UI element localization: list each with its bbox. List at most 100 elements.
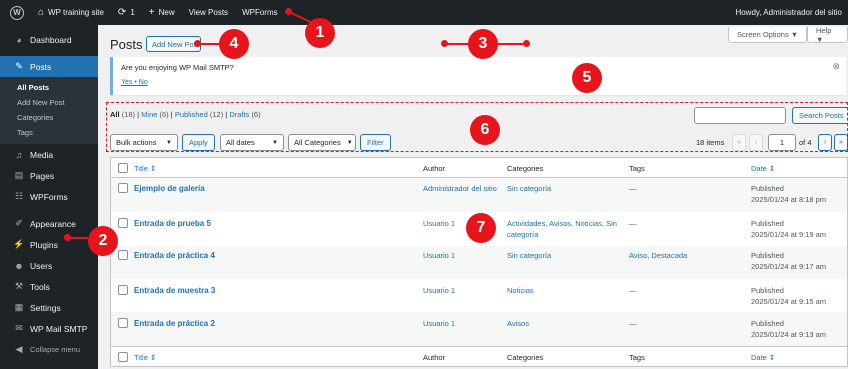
table-row: Entrada de práctica 2 Usuario 1 Avisos —… <box>111 312 847 346</box>
post-author-link[interactable]: Usuario 1 <box>423 318 455 329</box>
post-status: Published <box>751 184 784 193</box>
menu-posts[interactable]: ✎ Posts <box>0 56 98 77</box>
refresh-icon: ⟳ <box>117 7 127 18</box>
admin-bar: W ⌂ WP training site ⟳ 1 + New View Posts W… <box>0 0 848 25</box>
menu-appearance[interactable]: ✐ Appearance <box>0 213 98 234</box>
select-all-checkbox-footer[interactable] <box>118 352 128 362</box>
post-title-link[interactable]: Entrada de prueba 5 <box>134 218 211 229</box>
wpforms-link[interactable]: WPForms <box>242 8 278 17</box>
pages-icon: ▤ <box>14 170 24 180</box>
row-checkbox[interactable] <box>118 285 128 295</box>
table-row: Entrada de muestra 3 Usuario 1 Noticias … <box>111 279 847 312</box>
media-icon: ♫ <box>15 149 23 160</box>
column-title-footer[interactable]: Title ⇕ <box>134 352 156 363</box>
post-category-link[interactable]: Sin categoría <box>507 250 551 261</box>
post-author-link[interactable]: Usuario 1 <box>423 250 455 261</box>
account-menu[interactable]: Howdy, Administrador del sitio <box>735 8 842 17</box>
add-new-post-button[interactable]: Add New Post <box>146 36 201 52</box>
submenu-all-posts[interactable]: All Posts <box>0 80 98 95</box>
post-category-link[interactable]: Avisos <box>507 318 529 329</box>
annotation-line-4 <box>199 43 219 45</box>
annotation-line-3a <box>446 43 468 45</box>
post-category-link[interactable]: Sin categoría <box>507 183 551 194</box>
menu-media[interactable]: ♫ Media <box>0 144 98 165</box>
annotation-line-3b <box>498 43 523 45</box>
post-status: Published <box>751 219 784 228</box>
notice-yes-link[interactable]: Yes <box>121 79 132 86</box>
post-author-link[interactable]: Usuario 1 <box>423 218 455 229</box>
post-title-link[interactable]: Ejemplo de galería <box>134 183 205 194</box>
collapse-menu-button[interactable]: ◀ Collapse menu <box>0 339 98 360</box>
post-date: 2025/01/24 at 9:19 am <box>751 230 827 239</box>
table-footer: Title ⇕ Author Categories Tags Date ⇕ <box>111 346 847 366</box>
row-checkbox[interactable] <box>118 183 128 193</box>
annotation-badge-6: 6 <box>470 115 500 145</box>
settings-icon: ▦ <box>14 302 24 312</box>
post-status: Published <box>751 286 784 295</box>
annotation-badge-2: 2 <box>88 226 118 256</box>
column-title[interactable]: Title ⇕ <box>134 163 156 174</box>
menu-tools[interactable]: ⚒ Tools <box>0 276 98 297</box>
dismiss-icon[interactable]: ⊗ <box>832 61 840 72</box>
annotation-badge-5: 5 <box>572 63 602 93</box>
column-date[interactable]: Date ⇕ <box>751 163 775 174</box>
appearance-icon: ✐ <box>15 218 23 228</box>
submenu-add-new-post[interactable]: Add New Post <box>0 95 98 110</box>
menu-pages[interactable]: ▤ Pages <box>0 165 98 186</box>
post-title-link[interactable]: Entrada de muestra 3 <box>134 285 215 296</box>
post-date: 2025/01/24 at 9:17 am <box>751 262 827 271</box>
pin-icon: ✎ <box>15 61 23 71</box>
post-date: 2025/01/24 at 8:18 pm <box>751 195 827 204</box>
annotation-badge-1: 1 <box>305 18 335 48</box>
dashboard-icon: ◕ <box>16 34 22 45</box>
post-author-link[interactable]: Administrador del sitio <box>423 183 497 194</box>
column-tags-footer: Tags <box>629 353 645 362</box>
column-author: Author <box>423 164 446 173</box>
post-tags: — <box>629 319 637 328</box>
updates-link[interactable]: ⟳ 1 <box>118 7 135 18</box>
users-icon: ☻ <box>14 260 24 271</box>
screen-options-button[interactable]: Screen Options ▼ <box>728 27 808 43</box>
menu-wpforms[interactable]: ☷ WPForms <box>0 186 98 207</box>
post-tags-link[interactable]: Aviso, Destacada <box>629 250 687 261</box>
menu-users[interactable]: ☻ Users <box>0 255 98 276</box>
post-category-link-cont[interactable]: categoría <box>507 229 538 240</box>
main-content: Screen Options ▼ Help ▼ Posts Add New Po… <box>98 25 848 369</box>
post-author-link[interactable]: Usuario 1 <box>423 285 455 296</box>
select-all-checkbox[interactable] <box>118 163 128 173</box>
submenu-categories[interactable]: Categories <box>0 110 98 125</box>
plugins-icon: ⚡ <box>13 239 25 249</box>
row-checkbox[interactable] <box>118 218 128 228</box>
posts-table: Title ⇕ Author Categories Tags Date ⇕ Ej… <box>110 157 848 367</box>
column-date-footer[interactable]: Date ⇕ <box>751 352 775 363</box>
submenu-tags[interactable]: Tags <box>0 125 98 140</box>
menu-dashboard[interactable]: ◕ Dashboard <box>0 29 98 50</box>
row-checkbox[interactable] <box>118 318 128 328</box>
help-button[interactable]: Help ▼ <box>807 26 848 44</box>
post-title-link[interactable]: Entrada de práctica 2 <box>134 318 215 329</box>
posts-submenu: All Posts Add New Post Categories Tags <box>0 77 98 144</box>
table-row: Ejemplo de galería Administrador del sit… <box>111 179 847 212</box>
row-checkbox[interactable] <box>118 250 128 260</box>
column-categories: Categories <box>507 164 544 173</box>
column-tags: Tags <box>629 164 645 173</box>
table-header: Title ⇕ Author Categories Tags Date ⇕ <box>111 158 847 178</box>
new-content-link[interactable]: + New <box>149 7 175 18</box>
menu-settings[interactable]: ▦ Settings <box>0 297 98 318</box>
post-category-link[interactable]: Noticias <box>507 285 534 296</box>
wordpress-logo-icon[interactable]: W <box>10 5 24 20</box>
post-title-link[interactable]: Entrada de práctica 4 <box>134 250 215 261</box>
mail-icon: ✉ <box>15 323 23 333</box>
site-name-link[interactable]: ⌂ WP training site <box>38 7 104 18</box>
post-category-link[interactable]: Actividades, Avisos, Noticias, Sin <box>507 218 617 229</box>
notice-no-link[interactable]: No <box>139 79 148 86</box>
post-tags: — <box>629 286 637 295</box>
annotation-line-2 <box>68 237 88 239</box>
annotation-badge-7: 7 <box>466 213 496 243</box>
menu-wp-mail-smtp[interactable]: ✉ WP Mail SMTP <box>0 318 98 339</box>
post-status: Published <box>751 319 784 328</box>
page-title: Posts <box>110 37 143 52</box>
notice-text: Are you enjoying WP Mail SMTP? <box>121 63 234 72</box>
view-posts-link[interactable]: View Posts <box>189 8 228 17</box>
post-date: 2025/01/24 at 9:15 am <box>751 297 827 306</box>
